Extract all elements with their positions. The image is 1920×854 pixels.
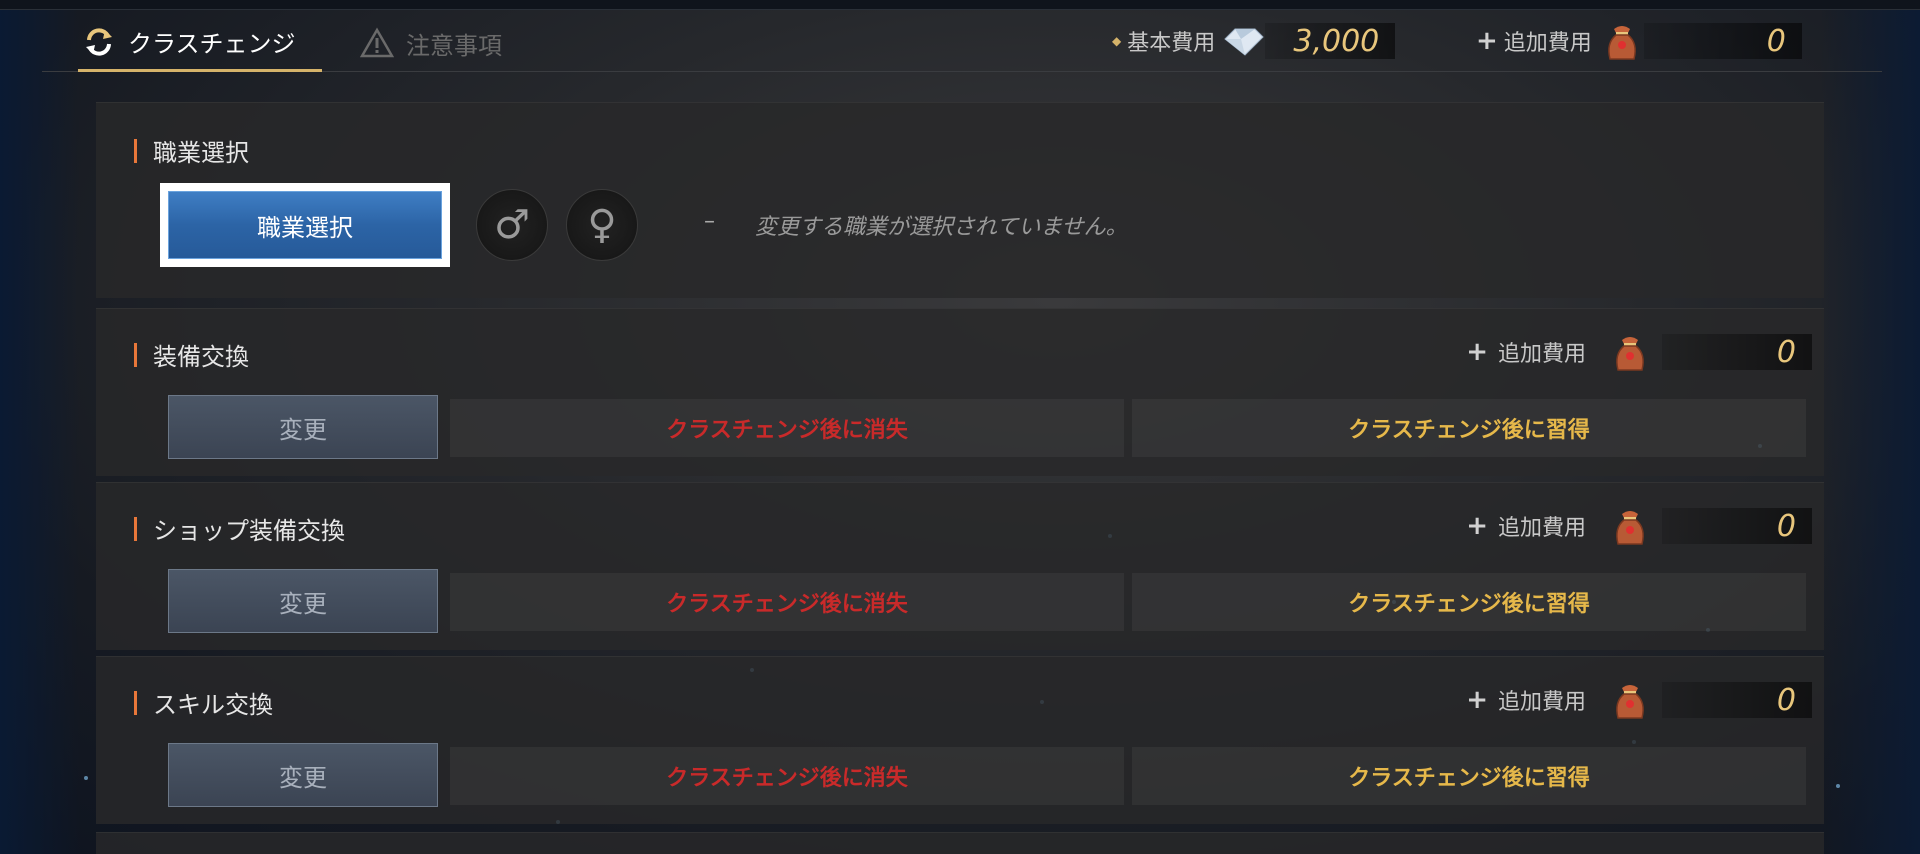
job-select-highlight: 職業選択 [160,183,450,267]
gained-after-change: クラスチェンジ後に習得 [1132,399,1806,457]
extra-cost: + 追加費用 0 [1466,681,1812,719]
tab-notes[interactable]: 注意事項 [360,14,502,72]
background-glow-right [1820,0,1920,854]
base-cost: ◆ 基本費用 3,000 [1112,21,1396,61]
change-button[interactable]: 変更 [168,743,438,807]
skill-exchange-panel: スキル交換 + 追加費用 0 変更 クラスチェンジ後に消失 クラスチェンジ後に習… [96,656,1824,824]
title-accent-bar [134,690,137,715]
base-cost-label: 基本費用 [1127,31,1216,56]
base-cost-label-wrap: ◆ 基本費用 [1112,25,1215,57]
job-select-button[interactable]: 職業選択 [168,191,442,259]
equipment-exchange-panel: 装備交換 + 追加費用 0 変更 クラスチェンジ後に消失 クラスチェンジ後に習得 [96,308,1824,476]
section-title: 職業選択 [134,133,249,168]
gold-bag-icon [1608,506,1652,546]
section-title: ショップ装備交換 [134,511,345,546]
gained-after-change: クラスチェンジ後に習得 [1132,573,1806,631]
sparkle-particle [1836,784,1840,788]
dash: – [704,209,715,234]
tab-label: 注意事項 [406,31,502,60]
male-button[interactable]: ♂ [476,189,548,261]
title-accent-bar [134,516,137,541]
title-accent-bar [134,342,137,367]
top-strip [0,0,1920,10]
lost-after-change: クラスチェンジ後に消失 [450,399,1124,457]
header-extra-cost-label-wrap: + 追加費用 [1476,25,1592,57]
extra-cost-value: 0 [1662,334,1812,370]
plus-icon: + [1466,685,1488,715]
header-extra-cost-value: 0 [1643,23,1802,59]
plus-icon: + [1476,26,1498,56]
change-button[interactable]: 変更 [168,395,438,459]
bullet-icon: ◆ [1112,34,1122,48]
male-icon: ♂ [494,202,530,248]
section-title-text: スキル交換 [153,691,273,719]
base-cost-value: 3,000 [1265,23,1396,59]
lost-after-change: クラスチェンジ後に消失 [450,747,1124,805]
background-glow-left [0,0,80,854]
extra-cost-value: 0 [1662,682,1812,718]
header-extra-cost: + 追加費用 0 [1476,22,1802,60]
class-change-header: クラスチェンジ 注意事項 ◆ 基本費用 3,000 + 追加費用 0 [42,14,1882,72]
next-panel-edge [96,832,1824,854]
female-icon: ♀ [587,202,617,248]
plus-icon: + [1466,511,1488,541]
lost-after-change: クラスチェンジ後に消失 [450,573,1124,631]
section-title-text: ショップ装備交換 [153,517,345,545]
job-status-message: – 変更する職業が選択されていません。 [704,209,1128,241]
change-button[interactable]: 変更 [168,569,438,633]
tab-label: クラスチェンジ [128,30,296,58]
female-button[interactable]: ♀ [566,189,638,261]
shop-equipment-exchange-panel: ショップ装備交換 + 追加費用 0 変更 クラスチェンジ後に消失 クラスチェンジ… [96,482,1824,650]
extra-cost-label: 追加費用 [1497,342,1586,367]
section-title: 装備交換 [134,337,249,372]
job-section-title: 職業選択 [153,139,249,167]
tab-class-change[interactable]: クラスチェンジ [78,14,322,72]
extra-cost-label: 追加費用 [1497,690,1586,715]
extra-cost: + 追加費用 0 [1466,333,1812,371]
sparkle-particle [84,776,88,780]
section-title-text: 装備交換 [153,343,249,371]
section-title: スキル交換 [134,685,273,720]
extra-cost: + 追加費用 0 [1466,507,1812,545]
job-not-selected-text: 変更する職業が選択されていません。 [755,215,1128,240]
plus-icon: + [1466,337,1488,367]
job-selection-panel: 職業選択 職業選択 ♂ ♀ – 変更する職業が選択されていません。 [96,102,1824,298]
extra-cost-value: 0 [1662,508,1812,544]
title-accent-bar [134,138,137,163]
refresh-icon [82,25,116,59]
extra-cost-label: 追加費用 [1497,516,1586,541]
diamond-gem-icon [1221,21,1265,61]
gold-bag-icon [1600,21,1644,61]
extra-cost-label: 追加費用 [1503,31,1592,56]
warning-icon [360,26,394,60]
gained-after-change: クラスチェンジ後に習得 [1132,747,1806,805]
gold-bag-icon [1608,680,1652,720]
gold-bag-icon [1608,332,1652,372]
